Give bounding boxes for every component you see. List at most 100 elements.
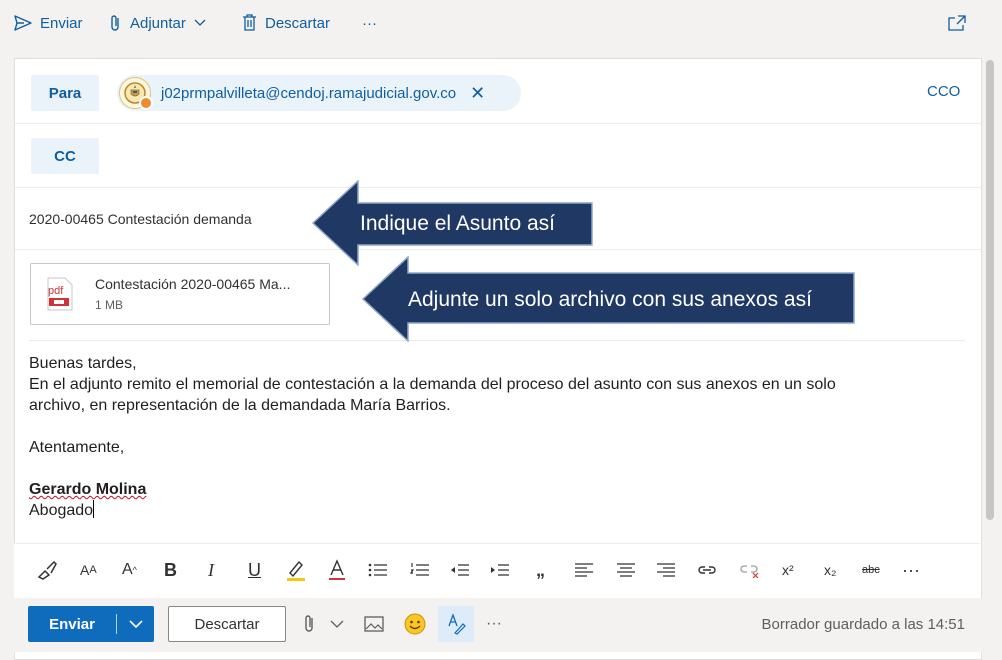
numbering-button[interactable]: [410, 558, 430, 582]
decrease-indent-button[interactable]: [450, 558, 470, 582]
attachment-name: Contestación 2020-00465 Ma...: [95, 276, 291, 292]
emoji-icon: [404, 613, 426, 635]
scrollbar[interactable]: [986, 60, 994, 520]
attachment-card[interactable]: pdf Contestación 2020-00465 Ma... 1 MB: [30, 263, 330, 325]
more-label: ···: [362, 14, 377, 32]
font-size-label: A: [80, 562, 90, 578]
attach-options-button[interactable]: [330, 612, 344, 636]
text-caret: [93, 500, 95, 518]
more-options-button-top[interactable]: ···: [362, 12, 377, 34]
italic-button[interactable]: I: [208, 558, 214, 582]
font-size-label-small: A: [89, 564, 97, 576]
formatting-toolbar: AA A ^ B I U „ x² x₂ abc ···: [14, 543, 980, 598]
send-icon: [14, 15, 32, 31]
align-left-button[interactable]: [574, 558, 594, 582]
body-greeting: Buenas tardes,: [29, 355, 137, 372]
subscript-button[interactable]: x₂: [824, 558, 836, 582]
signature-name: Gerardo Molina: [29, 481, 147, 498]
trash-icon: [243, 14, 256, 31]
paintbrush-icon: [37, 560, 57, 580]
signature-title: Abogado: [29, 502, 94, 519]
send-split-divider: [116, 614, 117, 634]
outdent-icon: [451, 564, 469, 576]
font-color-button[interactable]: [328, 558, 346, 582]
editor-pen-icon: [448, 613, 466, 635]
paperclip-icon: [305, 615, 313, 632]
draft-saved-status: Borrador guardado a las 14:51: [761, 616, 965, 633]
bottom-action-bar: Enviar Descartar ··· Borrador guardado a…: [0, 598, 1002, 652]
cc-button[interactable]: CC: [31, 138, 99, 174]
bullet-list-icon: [368, 563, 387, 577]
avatar: [119, 77, 153, 110]
chevron-down-icon: [128, 619, 143, 628]
superscript-button[interactable]: x²: [782, 558, 794, 582]
send-options-button[interactable]: [117, 619, 154, 629]
increase-indent-button[interactable]: [490, 558, 510, 582]
image-icon: [364, 616, 384, 632]
popout-icon: [948, 15, 966, 31]
attach-button-top[interactable]: Adjuntar: [110, 12, 206, 34]
indent-icon: [491, 564, 509, 576]
send-button[interactable]: Enviar: [28, 606, 154, 642]
attachment-callout: Adjunte un solo archivo con sus anexos a…: [408, 288, 812, 312]
highlighter-icon: [287, 560, 305, 581]
body-line: En el adjunto remito el memorial de cont…: [29, 376, 836, 393]
format-painter-button[interactable]: [36, 558, 58, 582]
grow-font-icon: A: [122, 561, 133, 578]
align-center-button[interactable]: [616, 558, 636, 582]
editor-button[interactable]: [438, 606, 474, 642]
subject-callout-label: Indique el Asunto así: [360, 212, 555, 235]
bullets-button[interactable]: [368, 558, 388, 582]
remove-recipient-icon[interactable]: ✕: [470, 83, 485, 104]
highlight-button[interactable]: [286, 558, 306, 582]
message-body[interactable]: Buenas tardes, En el adjunto remito el m…: [29, 353, 969, 521]
more-format-button[interactable]: ···: [902, 558, 920, 582]
strikethrough-button[interactable]: abc: [862, 558, 880, 582]
font-color-icon: [329, 559, 345, 580]
paperclip-icon: [111, 15, 119, 31]
subject-field[interactable]: 2020-00465 Contestación demanda: [29, 211, 252, 227]
align-left-icon: [575, 563, 593, 577]
underline-button[interactable]: U: [248, 558, 261, 582]
align-right-icon: [657, 563, 675, 577]
send-label: Enviar: [40, 14, 83, 32]
insert-link-button[interactable]: [696, 558, 718, 582]
more-actions-button[interactable]: ···: [486, 612, 502, 636]
grow-font-button[interactable]: A ^: [122, 558, 137, 582]
top-toolbar: Enviar Adjuntar Descartar ···: [0, 0, 1002, 46]
divider: [15, 123, 981, 124]
body-closing: Atentamente,: [29, 439, 125, 456]
emoji-button[interactable]: [404, 612, 426, 636]
attach-label: Adjuntar: [130, 14, 186, 32]
attach-button[interactable]: [304, 612, 316, 636]
send-button-label: Enviar: [49, 615, 95, 633]
popout-button[interactable]: [948, 12, 974, 34]
link-icon: [698, 566, 716, 574]
svg-text:pdf: pdf: [48, 285, 64, 297]
align-right-button[interactable]: [656, 558, 676, 582]
chevron-down-icon: [194, 19, 206, 26]
subject-callout: Indique el Asunto así: [360, 212, 555, 236]
discard-button[interactable]: Descartar: [168, 606, 286, 642]
numbered-list-icon: [410, 563, 429, 576]
bcc-button[interactable]: CCO: [927, 83, 960, 100]
discard-label: Descartar: [265, 14, 331, 32]
pdf-file-icon: pdf: [47, 277, 73, 311]
to-button[interactable]: Para: [31, 75, 99, 111]
font-size-button[interactable]: AA: [80, 558, 97, 582]
unlink-icon: [740, 565, 759, 578]
presence-dot: [139, 96, 153, 110]
insert-picture-button[interactable]: [364, 612, 384, 636]
send-button-top[interactable]: Enviar: [14, 12, 83, 34]
chevron-down-icon: [330, 620, 344, 628]
attachment-callout-label: Adjunte un solo archivo con sus anexos a…: [408, 288, 812, 311]
bold-button[interactable]: B: [164, 558, 177, 582]
body-line: archivo, en representación de la demanda…: [29, 397, 451, 414]
quote-button[interactable]: „: [536, 558, 545, 582]
align-center-icon: [617, 563, 635, 577]
discard-button-top[interactable]: Descartar: [242, 12, 330, 34]
recipient-chip[interactable]: j02prmpalvilleta@cendoj.ramajudicial.gov…: [117, 75, 521, 111]
attachment-size: 1 MB: [95, 298, 124, 312]
recipient-email: j02prmpalvilleta@cendoj.ramajudicial.gov…: [161, 84, 457, 102]
remove-link-button[interactable]: [738, 558, 760, 582]
